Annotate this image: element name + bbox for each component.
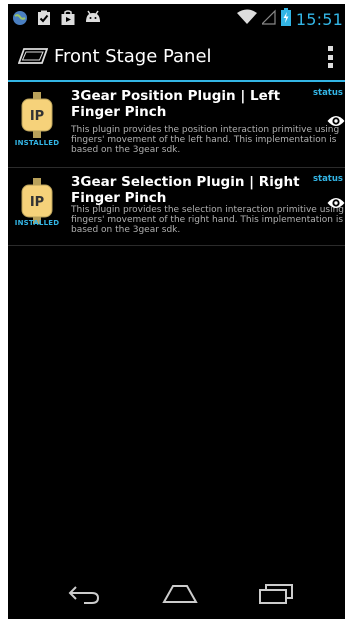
status-label: status <box>312 174 343 184</box>
back-icon[interactable] <box>66 583 100 609</box>
plugin-title: 3Gear Selection Plugin | Right Finger Pi… <box>71 174 300 206</box>
android-icon <box>84 10 100 26</box>
clipboard-check-icon <box>36 10 52 26</box>
installed-label: INSTALLED <box>14 219 60 227</box>
plugin-icon: IP <box>20 178 54 224</box>
plugin-list-item[interactable]: IP INSTALLED 3Gear Selection Plugin | Ri… <box>8 168 345 246</box>
plugin-list-item[interactable]: IP INSTALLED 3Gear Position Plugin | Lef… <box>8 82 345 168</box>
home-icon[interactable] <box>161 583 199 609</box>
plugin-badge: IP <box>30 195 44 210</box>
globe-icon <box>12 10 28 26</box>
navigation-bar <box>8 571 345 619</box>
plugin-icon: IP <box>20 92 54 138</box>
signal-icon <box>260 9 276 29</box>
recents-icon[interactable] <box>258 583 294 609</box>
dot-icon <box>327 46 333 51</box>
installed-label: INSTALLED <box>14 139 60 147</box>
action-bar: Front Stage Panel <box>8 32 345 82</box>
page-title: Front Stage Panel <box>54 46 212 67</box>
plugin-description: This plugin provides the selection inter… <box>71 205 345 235</box>
status-clock: 15:51 <box>295 9 343 29</box>
dot-icon <box>327 54 333 60</box>
app-logo-icon[interactable] <box>17 47 49 69</box>
battery-charging-icon <box>280 8 291 30</box>
eye-icon[interactable] <box>327 195 345 209</box>
plugin-badge: IP <box>30 109 44 124</box>
play-store-icon <box>60 10 76 26</box>
device-screen: 15:51 Front Stage Panel IP INSTALLED 3Ge… <box>8 4 345 619</box>
plugin-list: IP INSTALLED 3Gear Position Plugin | Lef… <box>8 82 345 246</box>
status-bar: 15:51 <box>8 4 345 32</box>
status-label: status <box>312 88 343 98</box>
overflow-menu-button[interactable] <box>327 46 333 68</box>
eye-icon[interactable] <box>327 113 345 127</box>
dot-icon <box>327 63 333 68</box>
wifi-icon <box>236 9 257 29</box>
plugin-description: This plugin provides the position intera… <box>71 125 340 155</box>
plugin-title: 3Gear Position Plugin | Left Finger Pinc… <box>71 88 281 120</box>
